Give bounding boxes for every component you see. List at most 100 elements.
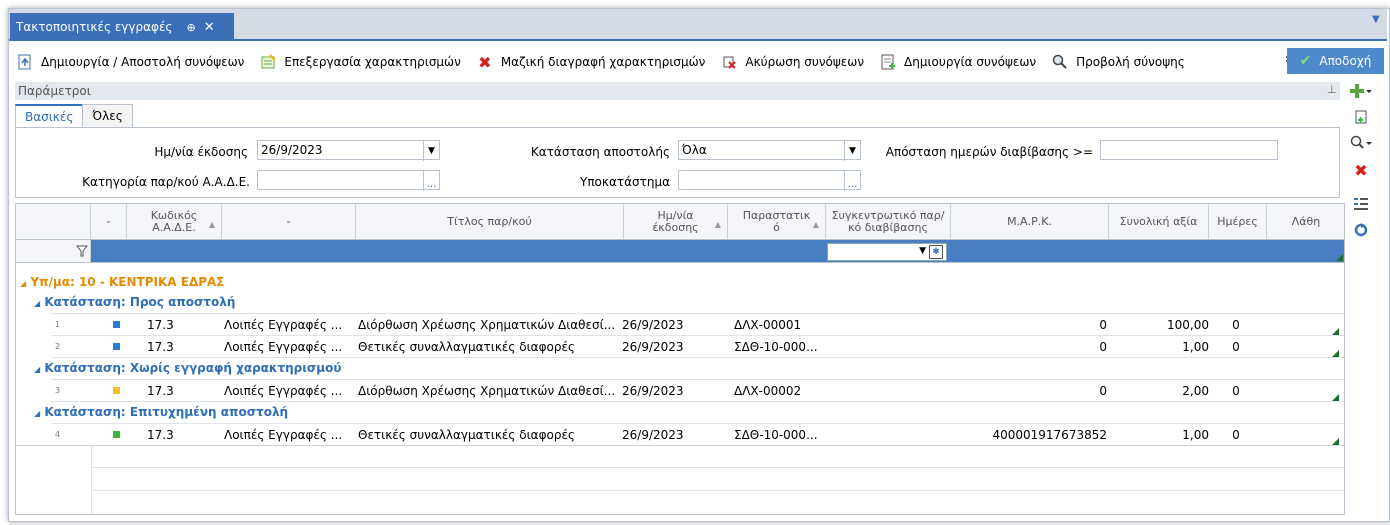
accept-label: Αποδοχή xyxy=(1319,54,1372,68)
delete-icon[interactable]: ✖ xyxy=(1346,159,1376,181)
cell-mark: 0 xyxy=(1099,340,1107,354)
edit-characterizations-button[interactable]: Επεξεργασία χαρακτηρισμών xyxy=(260,54,461,70)
send-status-value: Όλα xyxy=(682,143,707,157)
subgroup-to-send[interactable]: ◢ Κατάσταση: Προς αποστολή xyxy=(34,292,235,312)
aade-category-field[interactable]: ... xyxy=(257,170,440,191)
aggregate-filter-select[interactable]: ▼ ✱ xyxy=(827,243,947,261)
column-total-value[interactable]: Συνολική αξία xyxy=(1109,204,1209,240)
tab-all[interactable]: Όλες xyxy=(82,104,133,127)
subgroup-successful-send[interactable]: ◢ Κατάσταση: Επιτυχημένη αποστολή xyxy=(34,402,288,422)
cell-mark: 400001917673852 xyxy=(992,428,1107,442)
tab-list-dropdown-icon[interactable]: ▼ xyxy=(1372,14,1380,25)
cell-type: Λοιπές Εγγραφές ... xyxy=(224,340,343,354)
status-indicator xyxy=(113,343,120,350)
cell-total: 1,00 xyxy=(1182,428,1209,442)
search-icon[interactable] xyxy=(1346,132,1376,154)
collapse-triangle-icon[interactable]: ◢ xyxy=(34,299,40,308)
branch-field[interactable]: ... xyxy=(678,170,861,191)
group-branch[interactable]: ◢ Υπ/μα: 10 - ΚΕΝΤΡΙΚΑ ΕΔΡΑΣ xyxy=(20,272,225,292)
close-icon[interactable]: ✕ xyxy=(204,20,215,35)
cell-date: 26/9/2023 xyxy=(622,340,684,354)
view-summary-button[interactable]: Προβολή σύνοψης xyxy=(1052,54,1185,70)
mass-delete-characterizations-button[interactable]: ✖ Μαζική διαγραφή χαρακτηρισμών xyxy=(477,52,706,72)
add-icon[interactable] xyxy=(1346,80,1376,102)
cell-title: Διόρθωση Χρέωσης Χρηματικών Διαθεσί... xyxy=(358,384,616,398)
cancel-doc-icon xyxy=(721,54,737,70)
parameters-tabs: Βασικές Όλες xyxy=(15,104,133,128)
column-type[interactable]: - xyxy=(222,204,356,240)
copy-new-icon[interactable] xyxy=(1346,106,1376,128)
column-document[interactable]: Παραστατικ ό ▲ xyxy=(728,204,826,240)
create-summaries-label: Δημιουργία συνόψεων xyxy=(904,55,1037,69)
parameters-pin-icon[interactable]: ⊥ xyxy=(1327,83,1337,96)
cell-date: 26/9/2023 xyxy=(622,428,684,442)
column-aade-code[interactable]: Κωδικός Α.Α.Δ.Ε. ▲ xyxy=(127,204,222,240)
cell-total: 2,00 xyxy=(1182,384,1209,398)
column-aggregate-doc[interactable]: Συγκεντρωτικό παρ/κό διαβίβασης xyxy=(826,204,951,240)
issue-date-label: Ημ/νία έκδοσης xyxy=(154,145,248,159)
collapse-triangle-icon[interactable]: ◢ xyxy=(34,409,40,418)
filter-row-header xyxy=(16,240,91,262)
aade-category-label: Κατηγορία παρ/κού Α.Α.Δ.Ε. xyxy=(82,175,250,189)
cell-days: 0 xyxy=(1232,318,1240,332)
row-divider xyxy=(16,445,1344,446)
data-grid: - Κωδικός Α.Α.Δ.Ε. ▲ - Τίτλος παρ/κού Ημ… xyxy=(15,203,1345,515)
sort-asc-icon: ▲ xyxy=(812,220,819,229)
issue-date-dropdown-icon[interactable]: ▼ xyxy=(423,141,439,161)
column-aade-code-label: Κωδικός Α.Α.Δ.Ε. xyxy=(150,208,198,234)
refresh-icon[interactable] xyxy=(1346,219,1376,241)
column-doc-title[interactable]: Τίτλος παρ/κού xyxy=(356,204,624,240)
mass-delete-characterizations-label: Μαζική διαγραφή χαρακτηρισμών xyxy=(500,55,706,69)
distance-days-input[interactable] xyxy=(1100,140,1278,160)
branch-ellipsis-button[interactable]: ... xyxy=(844,171,860,191)
column-mark[interactable]: Μ.Α.Ρ.Κ. xyxy=(951,204,1109,240)
column-issue-date[interactable]: Ημ/νία έκδοσης ▲ xyxy=(624,204,728,240)
filter-clear-icon[interactable]: ✱ xyxy=(929,245,943,259)
collapse-triangle-icon[interactable]: ◢ xyxy=(20,279,26,288)
collapse-triangle-icon[interactable]: ◢ xyxy=(34,365,40,374)
column-status[interactable]: - xyxy=(91,204,127,240)
list-settings-icon[interactable] xyxy=(1346,192,1376,214)
filter-icon[interactable] xyxy=(76,245,88,257)
aade-category-ellipsis-button[interactable]: ... xyxy=(423,171,439,191)
cancel-summaries-button[interactable]: Ακύρωση συνόψεων xyxy=(721,54,864,70)
column-issue-date-label: Ημ/νία έκδοσης xyxy=(652,208,699,234)
filter-row[interactable]: ▼ ✱ xyxy=(16,240,1344,263)
edit-sheet-icon xyxy=(260,54,277,70)
column-days[interactable]: Ημέρες xyxy=(1209,204,1267,240)
cell-mark: 0 xyxy=(1099,384,1107,398)
subgroup-successful-send-label: Κατάσταση: Επιτυχημένη αποστολή xyxy=(44,405,289,419)
column-errors[interactable]: Λάθη xyxy=(1267,204,1344,240)
create-send-summaries-button[interactable]: Δημιουργία / Αποστολή συνόψεων xyxy=(17,54,244,70)
red-x-icon: ✖ xyxy=(478,52,492,72)
create-doc-icon xyxy=(880,54,896,70)
accept-button[interactable]: ✔ Αποδοχή xyxy=(1287,48,1384,74)
issue-date-field[interactable]: 26/9/2023 ▼ xyxy=(257,140,440,161)
tab-basic[interactable]: Βασικές xyxy=(15,104,84,128)
cell-code: 17.3 xyxy=(147,428,174,442)
cell-type: Λοιπές Εγγραφές ... xyxy=(224,384,343,398)
row-number: 3 xyxy=(55,386,61,395)
row-corner-marker xyxy=(1332,350,1339,357)
cell-document: ΔΛΧ-00001 xyxy=(734,318,802,332)
cell-days: 0 xyxy=(1232,428,1240,442)
aggregate-filter-dropdown-icon[interactable]: ▼ xyxy=(919,246,926,256)
sort-asc-icon: ▲ xyxy=(714,220,721,229)
document-tab[interactable]: Τακτοποιητικές εγγραφές ⊕ ✕ xyxy=(10,13,234,41)
grid-row-header-column xyxy=(16,204,91,240)
cell-type: Λοιπές Εγγραφές ... xyxy=(224,428,343,442)
distance-days-label: Απόσταση ημερών διαβίβασης >= xyxy=(885,145,1093,159)
send-status-dropdown-icon[interactable]: ▼ xyxy=(844,141,860,161)
create-summaries-button[interactable]: Δημιουργία συνόψεων xyxy=(880,54,1036,70)
cell-mark: 0 xyxy=(1099,318,1107,332)
subgroup-no-characterization[interactable]: ◢ Κατάσταση: Χωρίς εγγραφή χαρακτηρισμού xyxy=(34,358,341,378)
filter-corner-marker xyxy=(1336,254,1343,261)
cell-total: 100,00 xyxy=(1167,318,1209,332)
row-divider xyxy=(91,490,1344,491)
status-indicator xyxy=(113,387,120,394)
cell-title: Θετικές συναλλαγματικές διαφορές xyxy=(358,428,575,442)
cell-document: ΔΛΧ-00002 xyxy=(734,384,802,398)
pin-icon[interactable]: ⊕ xyxy=(186,21,195,34)
cell-code: 17.3 xyxy=(147,340,174,354)
send-status-select[interactable]: Όλα ▼ xyxy=(678,140,861,161)
